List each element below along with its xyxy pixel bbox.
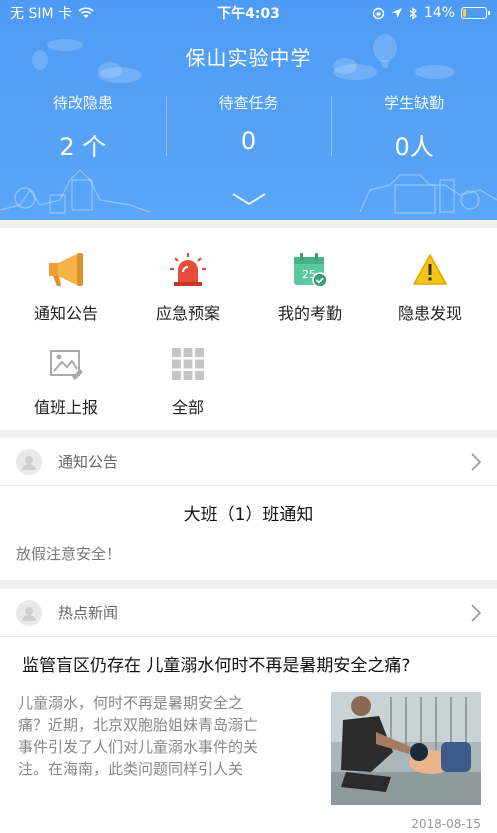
news-summary-line: 痛？近期，北京双胞胎姐妹青岛溺亡 xyxy=(18,716,259,734)
page-title: 保山实验中学 xyxy=(185,46,312,70)
battery-icon xyxy=(461,7,490,19)
menu-item-label: 应急预案 xyxy=(155,304,220,323)
siren-icon xyxy=(168,250,208,290)
notice-body: 放假注意安全！ xyxy=(16,545,122,563)
image-report-icon xyxy=(46,344,86,384)
news-item[interactable]: 儿童溺水，何时不再是暑期安全之 痛？近期，北京双胞胎姐妹青岛溺亡 事件引发了人们… xyxy=(0,676,497,805)
chevron-right-icon[interactable] xyxy=(471,452,481,471)
menu-item-attendance[interactable]: 25 我的考勤 xyxy=(248,250,372,324)
function-menu: 通知公告 应急预案 25 我的考勤 隐患发现 值班上报 全部 xyxy=(0,228,497,430)
menu-item-emergency-plan[interactable]: 应急预案 xyxy=(126,250,250,324)
notice-card-header[interactable]: 通知公告 xyxy=(0,438,497,486)
stats-row: 待改隐患 2 个 待查任务 0 学生缺勤 0人 xyxy=(0,92,497,162)
notice-title[interactable]: 大班（1）班通知 xyxy=(0,486,497,525)
news-headline[interactable]: 监管盲区仍存在 儿童溺水何时不再是暑期安全之痛? xyxy=(0,637,497,676)
menu-item-hazard-report[interactable]: 隐患发现 xyxy=(368,250,492,324)
news-summary: 儿童溺水，何时不再是暑期安全之 痛？近期，北京双胞胎姐妹青岛溺亡 事件引发了人们… xyxy=(18,692,331,805)
menu-item-all[interactable]: 全部 xyxy=(126,344,250,418)
news-summary-line: 事件引发了人们对儿童溺水事件的关 xyxy=(18,738,259,756)
notice-card: 通知公告 大班（1）班通知 放假注意安全！ xyxy=(0,438,497,580)
stat-label: 学生缺勤 xyxy=(384,94,445,112)
stat-pending-tasks[interactable]: 待查任务 0 xyxy=(165,92,332,162)
stat-value: 2 个 xyxy=(59,133,107,161)
calendar-check-icon: 25 xyxy=(290,250,330,290)
grid-icon xyxy=(168,344,208,384)
section-title: 通知公告 xyxy=(58,453,119,471)
stat-label: 待查任务 xyxy=(218,94,279,112)
stat-pending-hazards[interactable]: 待改隐患 2 个 xyxy=(0,92,166,162)
news-summary-line: 儿童溺水，何时不再是暑期安全之 xyxy=(18,694,244,712)
stat-label: 待改隐患 xyxy=(52,94,113,112)
news-card-header[interactable]: 热点新闻 xyxy=(0,589,497,637)
stat-value: 0人 xyxy=(394,133,434,161)
status-time: 下午4:03 xyxy=(217,6,280,22)
chevron-down-icon[interactable] xyxy=(232,192,266,206)
menu-item-label: 隐患发现 xyxy=(397,304,462,323)
news-card: 热点新闻 监管盲区仍存在 儿童溺水何时不再是暑期安全之痛? 儿童溺水，何时不再是… xyxy=(0,589,497,833)
section-title: 热点新闻 xyxy=(58,604,119,622)
stat-value: 0 xyxy=(240,127,257,155)
menu-item-notice[interactable]: 通知公告 xyxy=(4,250,128,324)
stat-student-absence[interactable]: 学生缺勤 0人 xyxy=(331,92,497,162)
menu-item-label: 通知公告 xyxy=(33,304,98,323)
header-banner: 无 SIM 卡 下午4:03 14% 保山实验中学 待改隐患 2 个 待查任务 … xyxy=(0,0,497,220)
menu-item-duty-report[interactable]: 值班上报 xyxy=(4,344,128,418)
avatar xyxy=(16,448,42,475)
warning-icon xyxy=(410,250,450,290)
avatar xyxy=(16,599,42,626)
news-date: 2018-08-15 xyxy=(411,817,481,831)
app-screen: 无 SIM 卡 下午4:03 14% 保山实验中学 待改隐患 2 个 待查任务 … xyxy=(0,0,497,833)
menu-item-label: 值班上报 xyxy=(33,398,98,417)
menu-item-label: 我的考勤 xyxy=(277,304,342,323)
megaphone-icon xyxy=(46,250,86,290)
news-thumbnail[interactable] xyxy=(331,692,481,805)
chevron-right-icon[interactable] xyxy=(471,603,481,622)
status-bar: 无 SIM 卡 下午4:03 14% xyxy=(0,0,497,26)
menu-item-label: 全部 xyxy=(171,398,204,417)
news-summary-line: 注。在海南，此类问题同样引人关 xyxy=(18,760,244,778)
